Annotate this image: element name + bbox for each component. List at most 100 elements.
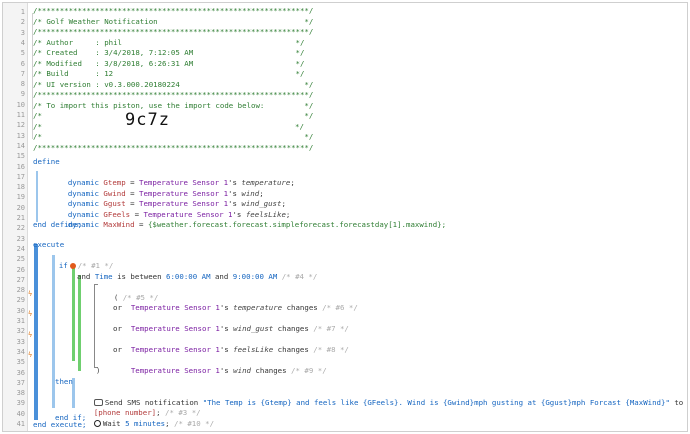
condition-comment: /* #9 */ [286, 366, 327, 375]
condition-block-bar[interactable] [72, 265, 75, 361]
comment-open: /* [33, 121, 42, 131]
change-condition-temperature[interactable]: Temperature Sensor 1's temperature chang… [113, 293, 358, 312]
header-border: /***************************************… [33, 90, 314, 99]
end-define: end define; [33, 220, 82, 229]
action-comment: /* #10 */ [169, 418, 215, 428]
line-number: 8 [20, 80, 25, 89]
line-number: 39 [16, 399, 25, 408]
import-code[interactable]: 9c7z [125, 108, 170, 132]
group-close: ) [96, 366, 101, 375]
wait-duration: 5 minutes [125, 418, 166, 428]
trigger-flash-icon: ϟ [28, 351, 33, 359]
device-name: Temperature Sensor 1 [130, 366, 220, 375]
time-condition[interactable]: Time is between 6:00:00 AM and 9:00:00 A… [77, 261, 318, 281]
semicolon: ; [290, 178, 295, 187]
change-condition-wind[interactable]: Temperature Sensor 1's wind changes /* #… [113, 356, 327, 375]
time-keyword: Time [94, 271, 113, 281]
author-line: /* Author : phil */ [33, 37, 305, 47]
line-number-gutter: 1 2 3 4 5 6 7 8 9 10 11 12 13 14 15 16 17 18 19 20 21 22 23 24 2… [3, 3, 28, 431]
or-operator[interactable]: or [113, 303, 122, 314]
and-operator[interactable]: and [77, 272, 90, 283]
condition-comment: /* #8 */ [308, 345, 349, 354]
line-number: 22 [16, 224, 25, 233]
line-number: 40 [16, 409, 25, 418]
header-border: /***************************************… [33, 27, 314, 36]
modified-line: /* Modified : 3/8/2018, 6:26:31 AM */ [33, 58, 305, 68]
changes-verb: changes [273, 345, 309, 354]
line-number: 24 [16, 244, 25, 253]
line-number: 1 [20, 8, 25, 16]
if-statement[interactable]: if/* #1 */ [41, 251, 114, 270]
line-number: 6 [20, 59, 25, 68]
condition-comment: /* #6 */ [317, 303, 358, 312]
line-number: 14 [16, 141, 25, 150]
header-border: /***************************************… [33, 142, 314, 152]
line-number: 36 [16, 368, 25, 377]
wait-action[interactable]: Wait 5 minutes; /* #10 */ [76, 408, 214, 428]
define-var-gwind[interactable]: dynamic Gwind = Temperature Sensor 1's w… [50, 178, 264, 198]
changes-verb: changes [282, 303, 318, 312]
ui-version-line: /* UI version : v0.3.000.20180224 */ [33, 79, 314, 89]
possessive: 's [219, 366, 234, 375]
line-number: 35 [16, 358, 25, 367]
possessive: 's [219, 303, 234, 312]
header-empty-line: /* */ [33, 111, 314, 120]
attribute-name: wind [233, 366, 251, 375]
define-var-gfeels[interactable]: dynamic GFeels = Temperature Sensor 1's … [50, 199, 291, 219]
change-condition-feelslike[interactable]: Temperature Sensor 1's feelsLike changes… [113, 335, 349, 354]
line-number: 11 [16, 111, 25, 119]
assign: = [134, 220, 148, 229]
sms-message: "The Temp is {Gtemp} and feels like {GFe… [202, 397, 670, 407]
line-number: 27 [16, 275, 25, 284]
line-number: 41 [16, 420, 25, 428]
group-open[interactable]: ( /* #5 */ [96, 282, 159, 302]
action-label: Wait [102, 418, 126, 428]
build-line: /* Build : 12 */ [33, 69, 305, 78]
time-from: 6:00:00 AM [166, 271, 211, 281]
line-number: 2 [20, 18, 25, 27]
sms-recipient[interactable]: [phone number]; /* #3 */ [76, 398, 201, 417]
line-number: 10 [16, 100, 25, 109]
define-keyword: define [33, 157, 60, 166]
attribute-name: temperature [233, 303, 283, 312]
line-number: 26 [16, 265, 25, 274]
line-number: 7 [20, 69, 25, 78]
execute-block-bar[interactable] [34, 244, 38, 420]
line-number: 16 [16, 162, 25, 171]
line-number: 34 [16, 347, 25, 356]
sms-action[interactable]: Send SMS notification "The Temp is {Gtem… [76, 387, 683, 407]
then-keyword: then [55, 376, 73, 386]
define-var-ggust[interactable]: dynamic Ggust = Temperature Sensor 1's w… [50, 189, 286, 208]
line-number: 29 [16, 296, 25, 305]
device-name: Temperature Sensor 1 [130, 345, 220, 354]
condition-comment: /* #7 */ [308, 324, 349, 333]
line-number: 9 [20, 90, 25, 99]
line-number: 4 [20, 38, 25, 47]
end-execute: end execute; [33, 420, 87, 429]
line-number: 17 [16, 172, 25, 181]
define-var-maxwind[interactable]: dynamic MaxWind = {$weather.forecast.for… [50, 210, 446, 229]
line-number: 37 [16, 378, 25, 387]
restriction-icon [69, 263, 76, 269]
expression: {$weather.forecast.forecast.simpleforeca… [147, 220, 447, 229]
line-number: 28 [16, 286, 25, 295]
changes-verb: changes [273, 324, 309, 333]
comment-close: */ [295, 121, 304, 131]
attribute-name: feelsLike [233, 345, 274, 354]
trigger-flash-icon: ϟ [28, 331, 33, 339]
changes-verb: changes [250, 366, 287, 375]
import-instruction: /* To import this piston, use the import… [33, 100, 314, 110]
or-operator[interactable]: or [113, 345, 122, 356]
condition-comment: /* #4 */ [277, 271, 318, 281]
define-var-gtemp[interactable]: dynamic Gtemp = Temperature Sensor 1's t… [50, 168, 295, 187]
line-number: 15 [16, 152, 25, 161]
line-number: 38 [16, 389, 25, 398]
if-keyword: if [58, 261, 68, 270]
change-condition-wind-gust[interactable]: Temperature Sensor 1's wind_gust changes… [113, 314, 349, 333]
or-operator[interactable]: or [113, 324, 122, 335]
line-number: 12 [16, 121, 25, 130]
line-number: 33 [16, 337, 25, 346]
piston-title: /* Golf Weather Notification */ [33, 16, 314, 26]
piston-code-viewer: 1 2 3 4 5 6 7 8 9 10 11 12 13 14 15 16 17 18 19 20 21 22 23 24 2… [2, 2, 688, 432]
execute-keyword: execute [33, 240, 65, 249]
